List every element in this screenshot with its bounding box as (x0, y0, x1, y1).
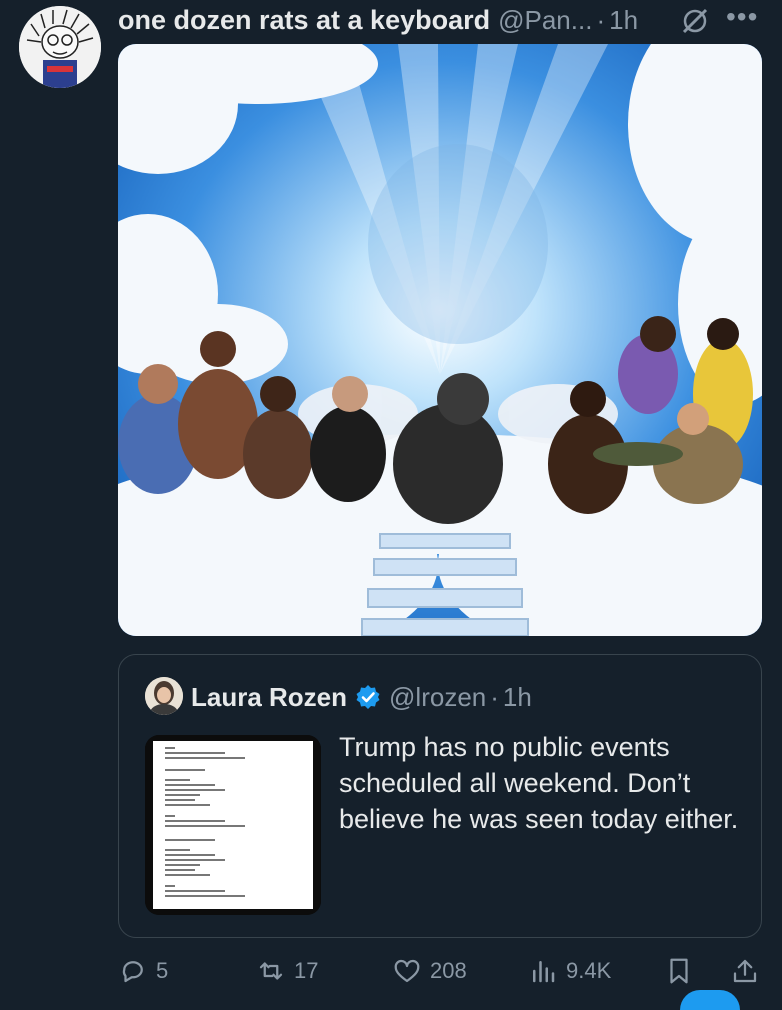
share-button[interactable] (730, 948, 768, 994)
quoted-post-header: Laura Rozen @lrozen · 1h (191, 677, 532, 717)
action-bar: 5 17 208 9.4K (118, 948, 768, 994)
quoted-post-thumbnail[interactable] (145, 735, 321, 915)
bookmark-icon (670, 958, 688, 984)
post-image[interactable] (118, 44, 762, 636)
portrait-avatar-icon (145, 677, 183, 715)
more-options-icon[interactable]: ••• (726, 3, 762, 32)
author-handle[interactable]: @Pan... (498, 5, 592, 36)
quoted-post-card[interactable]: Laura Rozen @lrozen · 1h Trump has no pu… (118, 654, 762, 938)
views-chart-icon (533, 961, 555, 983)
verified-badge-icon (356, 685, 380, 709)
separator-dot: · (596, 4, 606, 35)
like-count: 208 (430, 958, 467, 983)
quoted-post-text: Trump has no public events scheduled all… (339, 732, 739, 834)
grok-slash-icon[interactable] (680, 6, 710, 36)
heaven-collage-image (118, 44, 762, 636)
quoted-author-name[interactable]: Laura Rozen (191, 682, 347, 713)
reply-button[interactable]: 5 (118, 948, 168, 994)
schedule-document-image (145, 735, 321, 915)
retweet-icon (259, 962, 283, 980)
quoted-post-time[interactable]: 1h (503, 682, 532, 713)
reply-icon (122, 961, 143, 983)
retweet-button[interactable]: 17 (256, 948, 318, 994)
like-button[interactable]: 208 (392, 948, 467, 994)
cartoon-avatar-icon (19, 6, 101, 88)
retweet-count: 17 (294, 958, 319, 983)
share-icon (733, 959, 757, 983)
heart-icon (394, 959, 420, 983)
author-name[interactable]: one dozen rats at a keyboard (118, 5, 490, 36)
post-time[interactable]: 1h (609, 5, 638, 36)
views-button[interactable]: 9.4K (528, 948, 611, 994)
bookmark-button[interactable] (664, 948, 702, 994)
reply-count: 5 (156, 958, 169, 983)
post-header: one dozen rats at a keyboard @Pan... · 1… (118, 0, 768, 40)
quoted-author-handle[interactable]: @lrozen (389, 682, 486, 713)
views-count: 9.4K (566, 958, 612, 983)
compose-button-edge[interactable] (680, 990, 740, 1010)
separator-dot: · (490, 681, 499, 712)
author-avatar[interactable] (19, 6, 101, 88)
quoted-author-avatar[interactable] (145, 677, 183, 715)
